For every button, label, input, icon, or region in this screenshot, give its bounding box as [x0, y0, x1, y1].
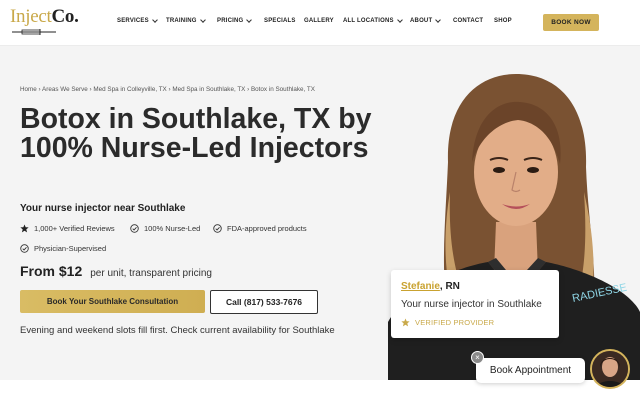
- check-circle-icon: [130, 224, 139, 233]
- chevron-down-icon: [199, 17, 206, 23]
- price-line: From $12 per unit, transparent pricing: [20, 263, 212, 279]
- verified-badge: VERIFIED PROVIDER: [401, 318, 494, 327]
- logo[interactable]: InjectCo.: [10, 6, 90, 38]
- nav-contact[interactable]: CONTACT: [453, 18, 494, 24]
- nav-gallery[interactable]: GALLERY: [304, 18, 343, 24]
- chevron-down-icon: [152, 17, 158, 23]
- chat-close-button[interactable]: ×: [471, 351, 484, 364]
- price-sub: per unit, transparent pricing: [90, 268, 212, 279]
- chevron-down-icon: [435, 17, 442, 23]
- chevron-down-icon: [246, 17, 253, 23]
- avatar-image: [592, 351, 628, 387]
- book-now-button[interactable]: BOOK NOW: [543, 14, 599, 31]
- hero-subtitle: Your nurse injector near Southlake: [20, 203, 186, 214]
- site-header: InjectCo. SERVICES TRAINING PRICING SPEC…: [0, 0, 640, 46]
- star-icon: [401, 318, 410, 327]
- nav-pricing[interactable]: PRICING: [217, 17, 264, 24]
- check-circle-icon: [20, 244, 29, 253]
- badge-reviews: 1,000+ Verified Reviews: [20, 224, 115, 233]
- badge-physician: Physician-Supervised: [20, 244, 106, 253]
- nav-specials[interactable]: SPECIALS: [264, 18, 304, 24]
- book-consultation-button[interactable]: Book Your Southlake Consultation: [20, 290, 205, 313]
- logo-wordmark: InjectCo.: [10, 6, 79, 27]
- chevron-down-icon: [396, 17, 403, 23]
- book-appointment-chat[interactable]: Book Appointment: [476, 358, 585, 383]
- nav-about[interactable]: ABOUT: [410, 17, 453, 24]
- badge-fda: FDA-approved products: [213, 224, 307, 233]
- badge-nurse-led: 100% Nurse-Led: [130, 224, 200, 233]
- provider-role: Your nurse injector in Southlake: [401, 299, 542, 310]
- nav-training[interactable]: TRAINING: [166, 17, 217, 24]
- star-icon: [20, 224, 29, 233]
- page-title: Botox in Southlake, TX by 100% Nurse-Led…: [20, 103, 372, 164]
- main-nav: SERVICES TRAINING PRICING SPECIALS GALLE…: [117, 17, 512, 24]
- nav-shop[interactable]: SHOP: [494, 18, 512, 24]
- nav-services[interactable]: SERVICES: [117, 17, 166, 24]
- next-section: [0, 380, 640, 400]
- price-main: From $12: [20, 263, 83, 279]
- check-circle-icon: [213, 224, 222, 233]
- provider-card: Stefanie, RN Your nurse injector in Sout…: [391, 270, 559, 338]
- provider-name: Stefanie, RN: [401, 281, 460, 292]
- syringe-icon: [12, 29, 56, 35]
- availability-note: Evening and weekend slots fill first. Ch…: [20, 325, 335, 336]
- provider-name-link[interactable]: Stefanie: [401, 281, 440, 292]
- breadcrumb[interactable]: Home › Areas We Serve › Med Spa in Colle…: [20, 86, 315, 93]
- call-button[interactable]: Call (817) 533-7676: [210, 290, 318, 314]
- nav-all-locations[interactable]: ALL LOCATIONS: [343, 17, 410, 24]
- chat-avatar[interactable]: [590, 349, 630, 389]
